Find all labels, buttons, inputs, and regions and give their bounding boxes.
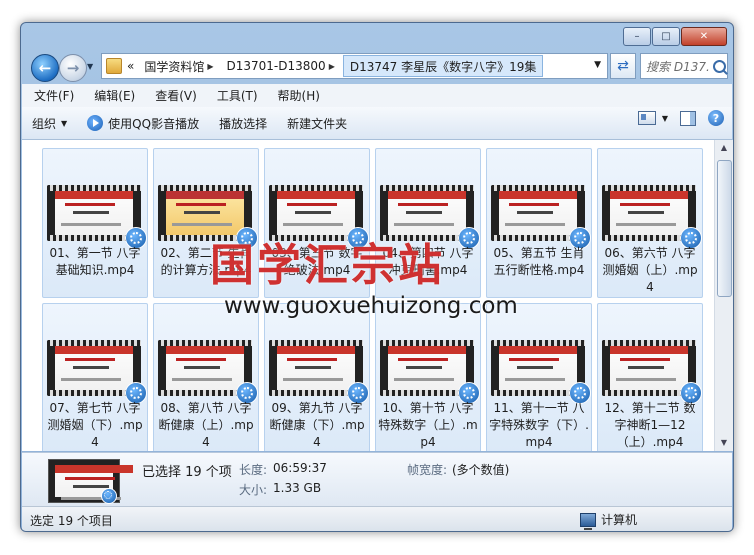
refresh-icon: ⇄ [617,58,629,74]
watermark-chinese: 国学汇宗站 [210,240,445,291]
organize-button[interactable]: 组织 ▼ [22,110,77,136]
menu-edit[interactable]: 编辑(E) [86,87,143,104]
scroll-up-icon[interactable]: ▲ [715,140,733,156]
minimize-button[interactable]: – [623,27,651,46]
file-item[interactable]: 07、第七节 八字测婚姻（下）.mp4 [42,303,148,451]
video-frame [166,346,244,390]
file-name: 01、第一节 八字基础知识.mp4 [49,246,141,277]
play-selection-button[interactable]: 播放选择 [209,110,277,136]
chevron-down-icon: ▼ [61,118,68,128]
menu-bar: 文件(F) 编辑(E) 查看(V) 工具(T) 帮助(H) [22,84,732,107]
view-icon [637,111,656,125]
preview-pane-icon[interactable] [680,110,696,126]
file-item[interactable]: 10、第十节 八字特殊数字（上）.mp4 [375,303,481,451]
status-location: 计算机 [580,511,638,530]
scroll-down-icon[interactable]: ▼ [715,435,733,451]
status-selection: 选定 19 个项目 [30,514,113,528]
file-name: 06、第六节 八字测婚姻（上）.mp4 [602,246,698,294]
back-button[interactable]: ← [31,54,59,82]
search-icon[interactable] [713,59,726,73]
menu-help[interactable]: 帮助(H) [270,87,328,104]
file-name: 08、第八节 八字断健康（上）.mp4 [158,401,254,449]
video-frame [499,346,577,390]
command-bar: 组织 ▼ 使用QQ影音播放 播放选择 新建文件夹 ▼ ? [22,107,732,140]
address-row: ← → ▼ « 国学资料馆 ▶ D13701-D13800 ▶ D13747 李星辰… [21,49,733,83]
new-folder-button[interactable]: 新建文件夹 [277,110,357,136]
file-item[interactable]: 01、第一节 八字基础知识.mp4 [42,148,148,298]
menu-file[interactable]: 文件(F) [26,87,82,104]
qq-player-icon [87,115,104,131]
current-path-input[interactable]: D13747 李星辰《数字八字》19集 [342,55,544,77]
file-item[interactable]: 09、第九节 八字断健康（下）.mp4 [264,303,370,451]
video-frame [610,191,688,235]
file-name: 10、第十节 八字特殊数字（上）.mp4 [378,401,478,449]
maximize-button[interactable]: □ [652,27,680,46]
folder-icon [106,58,122,74]
video-frame [55,346,133,390]
chevron-right-icon[interactable]: ▶ [329,62,335,71]
chevron-down-icon: ▼ [661,113,668,123]
breadcrumb-label: D13701-D13800 [226,59,326,73]
vertical-scrollbar[interactable]: ▲ ▼ [714,140,733,451]
watermark-url: www.guoxuehuizong.com [224,293,518,319]
file-item[interactable]: 08、第八节 八字断健康（上）.mp4 [153,303,259,451]
organize-label: 组织 [32,116,57,131]
file-item[interactable]: 05、第五节 生肖五行断性格.mp4 [486,148,592,298]
address-bar[interactable]: « 国学资料馆 ▶ D13701-D13800 ▶ D13747 李星辰《数字八字》… [101,53,608,79]
qq-play-button[interactable]: 使用QQ影音播放 [77,110,209,136]
file-name: 05、第五节 生肖五行断性格.mp4 [493,246,585,277]
menu-tools[interactable]: 工具(T) [209,87,266,104]
frame-width-label: 帧宽度: [407,463,448,477]
computer-icon [580,512,596,530]
recent-pages-dropdown[interactable]: ▼ [87,62,93,71]
help-icon[interactable]: ? [708,110,724,126]
status-bar: 选定 19 个项目 计算机 [22,506,732,531]
chevron-right-icon[interactable]: ▶ [207,62,213,71]
forward-button[interactable]: → [59,54,87,82]
frame-width-value: (多个数值) [452,463,510,477]
video-frame [388,346,466,390]
file-name: 07、第七节 八字测婚姻（下）.mp4 [47,401,143,449]
file-item[interactable]: 06、第六节 八字测婚姻（上）.mp4 [597,148,703,298]
details-pane: 已选择 19 个项 长度: 06:59:37 大小: 1.33 GB 帧宽度: … [22,452,732,506]
video-play-icon [101,488,117,504]
file-name: 11、第十一节 八字特殊数字（下）.mp4 [489,401,589,449]
video-frame [499,191,577,235]
caption-buttons: – □ ✕ [623,27,727,46]
video-frame [277,346,355,390]
file-item[interactable]: 12、第十二节 数字神断1—12（上）.mp4 [597,303,703,451]
file-item[interactable]: 11、第十一节 八字特殊数字（下）.mp4 [486,303,592,451]
scrollbar-thumb[interactable] [717,160,732,297]
search-input[interactable]: 搜索 D137... [641,58,710,75]
length-value: 06:59:37 [273,461,327,475]
search-box[interactable]: 搜索 D137... [640,53,728,79]
file-name: 12、第十二节 数字神断1—12（上）.mp4 [604,401,696,449]
breadcrumb-item[interactable]: 国学资料馆 ▶ [139,55,221,77]
length-label: 长度: [239,463,268,477]
toolbar-right: ▼ ? [637,110,724,126]
details-thumbnail [48,459,133,504]
video-frame [610,346,688,390]
size-value: 1.33 GB [273,481,322,495]
forward-arrow-icon: → [66,59,80,77]
address-dropdown-icon[interactable]: ▼ [594,60,601,70]
back-arrow-icon: ← [38,59,52,77]
change-view-button[interactable]: ▼ [637,111,668,125]
refresh-button[interactable]: ⇄ [610,53,636,79]
video-frame [55,191,133,235]
breadcrumb-label: 国学资料馆 [144,59,205,74]
selection-count: 已选择 19 个项 [142,465,232,480]
status-location-label: 计算机 [601,513,638,527]
breadcrumb-root[interactable]: « [122,55,139,77]
menu-view[interactable]: 查看(V) [147,87,205,104]
breadcrumb-item[interactable]: D13701-D13800 ▶ [222,55,343,77]
size-label: 大小: [239,483,268,497]
qq-play-label: 使用QQ影音播放 [108,116,200,131]
close-button[interactable]: ✕ [681,27,727,46]
file-name: 09、第九节 八字断健康（下）.mp4 [269,401,365,449]
